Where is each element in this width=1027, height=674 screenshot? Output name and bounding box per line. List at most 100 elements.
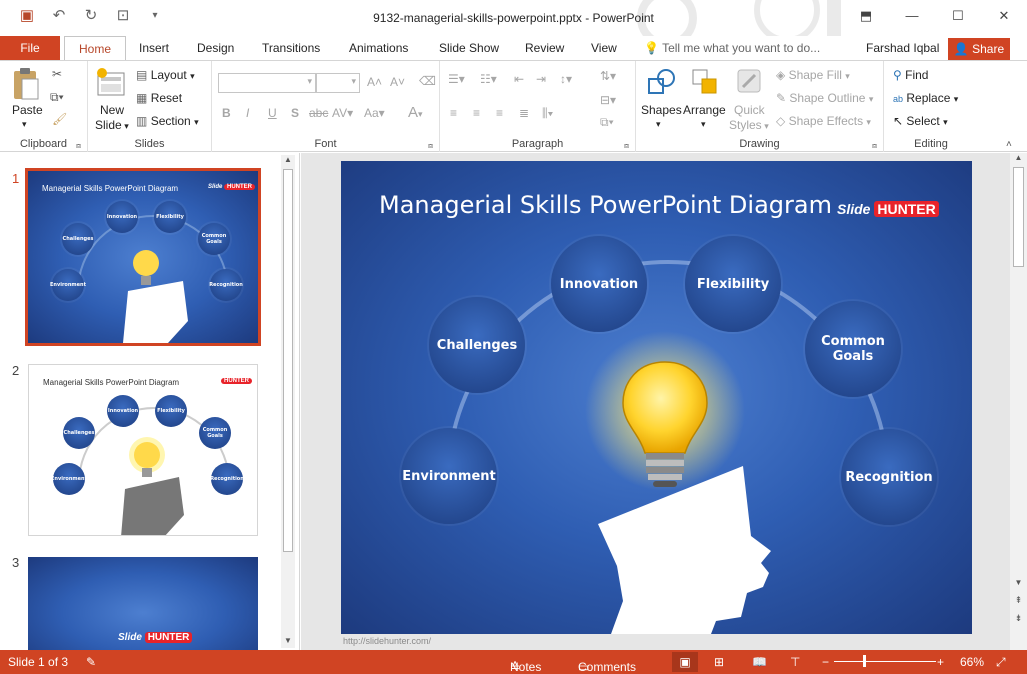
change-case-icon[interactable]: Aa▾ <box>364 106 385 120</box>
paste-button[interactable]: Paste <box>12 103 43 117</box>
cut-icon[interactable]: ✂ <box>52 67 62 81</box>
new-slide-line2[interactable]: Slide ▾ <box>95 118 129 132</box>
find-button[interactable]: ⚲ Find <box>893 68 928 82</box>
layout-button[interactable]: ▤ Layout ▾ <box>136 68 195 82</box>
quick-styles-line1[interactable]: Quick <box>734 103 765 117</box>
previous-slide-icon[interactable]: ⇞ <box>1010 595 1027 609</box>
font-launcher-icon[interactable]: ⧈ <box>428 141 433 151</box>
replace-button[interactable]: ab Replace ▾ <box>893 91 958 105</box>
share-button[interactable]: 👤 Share <box>948 38 1010 60</box>
align-text-icon[interactable]: ⊟▾ <box>600 93 616 107</box>
tab-insert[interactable]: Insert <box>139 36 169 60</box>
chevron-down-icon[interactable]: ▾ <box>701 119 706 130</box>
bold-icon[interactable]: B <box>222 106 231 120</box>
select-button[interactable]: ↖ Select ▾ <box>893 114 948 128</box>
tab-slide-show[interactable]: Slide Show <box>439 36 499 60</box>
slide-count[interactable]: Slide 1 of 3 <box>8 655 68 669</box>
clipboard-launcher-icon[interactable]: ⧈ <box>76 141 81 151</box>
thumbnail-scrollbar[interactable]: ▲ ▼ <box>281 155 295 648</box>
tell-me-box[interactable]: 💡 Tell me what you want to do... <box>644 36 820 60</box>
scroll-up-icon[interactable]: ▲ <box>1010 153 1027 165</box>
character-spacing-icon[interactable]: AV▾ <box>332 106 353 120</box>
node-challenges[interactable]: Challenges <box>429 297 525 393</box>
normal-view-icon[interactable]: ▣ <box>672 652 698 672</box>
font-size-combo[interactable]: ▾ <box>316 73 360 93</box>
shape-outline-button[interactable]: ✎ Shape Outline ▾ <box>776 91 873 105</box>
thumbnail-scroll-thumb[interactable] <box>283 169 293 552</box>
increase-font-icon[interactable]: A˄ <box>367 75 382 89</box>
node-recognition[interactable]: Recognition <box>841 429 937 525</box>
slide-scroll-thumb[interactable] <box>1013 167 1024 267</box>
drawing-launcher-icon[interactable]: ⧈ <box>872 141 877 151</box>
scroll-down-icon[interactable]: ▼ <box>281 636 295 648</box>
shape-fill-button[interactable]: ◈ Shape Fill ▾ <box>776 68 850 82</box>
slide-sorter-icon[interactable]: ⊞ <box>714 655 724 669</box>
zoom-out-icon[interactable]: − <box>822 655 829 669</box>
smartart-icon[interactable]: ⧉▾ <box>600 115 614 130</box>
fit-slide-icon[interactable]: ⤢ <box>996 655 1006 670</box>
text-direction-icon[interactable]: ⇅▾ <box>600 69 616 83</box>
reading-view-icon[interactable]: 📖 <box>752 655 767 669</box>
shadow-icon[interactable]: S <box>291 106 299 120</box>
ribbon-display-options-icon[interactable]: ⬒ <box>843 0 889 32</box>
font-color-icon[interactable]: A▾ <box>408 104 423 121</box>
increase-indent-icon[interactable]: ⇥ <box>536 72 546 86</box>
reset-button[interactable]: ▦ Reset <box>136 91 182 105</box>
tab-review[interactable]: Review <box>525 36 564 60</box>
quick-styles-line2[interactable]: Styles ▾ <box>729 118 769 132</box>
align-right-icon[interactable]: ≡ <box>496 106 503 120</box>
collapse-ribbon-icon[interactable]: ˄ <box>1006 139 1012 150</box>
tab-design[interactable]: Design <box>197 36 234 60</box>
current-slide[interactable]: Managerial Skills PowerPoint Diagram Sli… <box>341 161 972 634</box>
quick-styles-icon[interactable] <box>735 67 765 97</box>
format-painter-icon[interactable]: 🖌 <box>52 112 67 126</box>
paste-icon[interactable] <box>12 67 40 101</box>
arrange-icon[interactable] <box>690 67 720 97</box>
slide-scrollbar[interactable]: ▲ ▼ ⇞ ⇟ <box>1010 153 1027 650</box>
thumbnail-slide-1[interactable]: Managerial Skills PowerPoint Diagram Sli… <box>25 168 261 346</box>
minimize-icon[interactable]: — <box>889 0 935 32</box>
strikethrough-icon[interactable]: abc <box>309 106 328 120</box>
justify-icon[interactable]: ≣ <box>519 106 529 120</box>
tab-view[interactable]: View <box>591 36 617 60</box>
node-innovation[interactable]: Innovation <box>551 236 647 332</box>
node-environment[interactable]: Environment <box>401 428 497 524</box>
shapes-icon[interactable] <box>646 67 676 97</box>
paragraph-launcher-icon[interactable]: ⧈ <box>624 141 629 151</box>
chevron-down-icon[interactable]: ▾ <box>656 119 661 130</box>
clear-formatting-icon[interactable]: ⌫ <box>419 74 436 88</box>
slide-show-icon[interactable]: ⊤ <box>790 655 800 669</box>
thumbnail-slide-3[interactable]: Slide HUNTER <box>28 557 258 650</box>
zoom-slider-thumb[interactable] <box>863 655 866 667</box>
next-slide-icon[interactable]: ⇟ <box>1010 613 1027 627</box>
tab-home[interactable]: Home <box>64 36 127 60</box>
section-button[interactable]: ▥ Section ▾ <box>136 114 199 128</box>
shapes-button[interactable]: Shapes <box>641 103 682 117</box>
new-slide-line1[interactable]: New <box>100 103 124 117</box>
node-flexibility[interactable]: Flexibility <box>685 236 781 332</box>
italic-icon[interactable]: I <box>246 106 249 120</box>
align-left-icon[interactable]: ≡ <box>450 106 457 120</box>
shape-effects-button[interactable]: ◇ Shape Effects ▾ <box>776 114 871 128</box>
arrange-button[interactable]: Arrange <box>683 103 726 117</box>
underline-icon[interactable]: U <box>268 106 277 120</box>
user-name[interactable]: Farshad Iqbal <box>866 36 939 60</box>
close-icon[interactable]: ✕ <box>981 0 1027 32</box>
line-spacing-icon[interactable]: ↕▾ <box>560 72 572 86</box>
columns-icon[interactable]: ⫼▾ <box>542 106 553 121</box>
copy-icon[interactable]: ⧉▾ <box>50 90 64 105</box>
decrease-font-icon[interactable]: A˅ <box>390 75 405 89</box>
decrease-indent-icon[interactable]: ⇤ <box>514 72 524 86</box>
zoom-in-icon[interactable]: + <box>937 655 944 669</box>
thumbnail-slide-2[interactable]: Managerial Skills PowerPoint Diagram HUN… <box>28 364 258 536</box>
paste-dropdown-icon[interactable]: ▾ <box>22 119 27 130</box>
zoom-slider[interactable] <box>834 661 936 662</box>
font-name-combo[interactable]: ▾ <box>218 73 316 93</box>
tab-animations[interactable]: Animations <box>349 36 408 60</box>
align-center-icon[interactable]: ≡ <box>473 106 480 120</box>
scroll-up-icon[interactable]: ▲ <box>281 155 295 167</box>
tab-transitions[interactable]: Transitions <box>262 36 320 60</box>
zoom-level[interactable]: 66% <box>960 655 984 669</box>
new-slide-icon[interactable] <box>96 67 128 99</box>
bullets-icon[interactable]: ☰▾ <box>448 72 465 86</box>
